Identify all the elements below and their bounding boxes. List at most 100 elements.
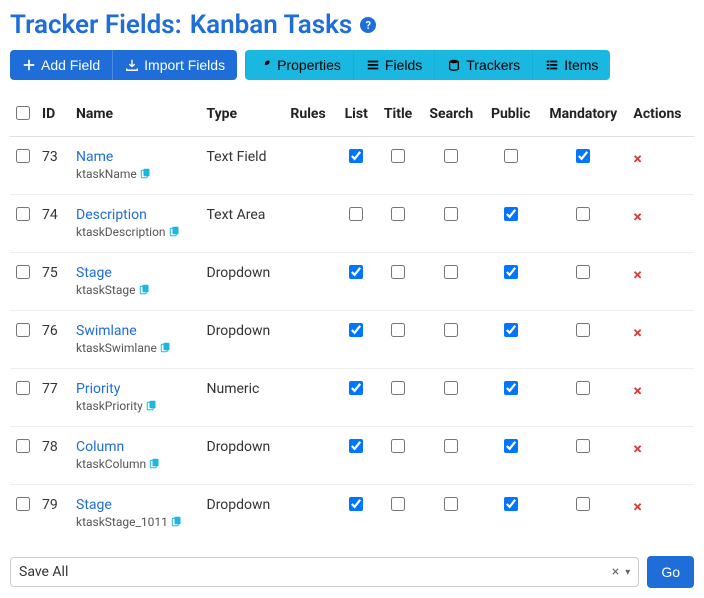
perm-name: ktaskPriority <box>76 399 157 413</box>
row-type: Dropdown <box>201 253 285 311</box>
list-checkbox[interactable] <box>349 207 363 221</box>
search-checkbox[interactable] <box>444 323 458 337</box>
list-checkbox[interactable] <box>349 149 363 163</box>
trackers-button[interactable]: Trackers <box>434 50 532 80</box>
perm-name: ktaskDescription <box>76 225 180 239</box>
items-button[interactable]: Items <box>532 50 610 80</box>
title-checkbox[interactable] <box>391 323 405 337</box>
col-name[interactable]: Name <box>70 94 201 137</box>
delete-button[interactable]: × <box>633 265 642 284</box>
field-name-link[interactable]: Description <box>76 207 195 223</box>
delete-button[interactable]: × <box>633 323 642 342</box>
row-rules <box>284 137 336 195</box>
mandatory-checkbox[interactable] <box>576 497 590 511</box>
list-checkbox[interactable] <box>349 497 363 511</box>
col-public[interactable]: Public <box>482 94 539 137</box>
delete-button[interactable]: × <box>633 439 642 458</box>
copy-icon[interactable] <box>145 400 157 412</box>
row-select-checkbox[interactable] <box>16 149 30 163</box>
add-field-button[interactable]: Add Field <box>10 50 112 80</box>
row-type: Dropdown <box>201 485 285 543</box>
search-checkbox[interactable] <box>444 439 458 453</box>
row-select-checkbox[interactable] <box>16 497 30 511</box>
search-checkbox[interactable] <box>444 381 458 395</box>
search-checkbox[interactable] <box>444 207 458 221</box>
public-checkbox[interactable] <box>504 149 518 163</box>
public-checkbox[interactable] <box>504 265 518 279</box>
items-icon <box>545 58 559 72</box>
col-type[interactable]: Type <box>201 94 285 137</box>
copy-icon[interactable] <box>168 226 180 238</box>
field-name-link[interactable]: Priority <box>76 381 195 397</box>
mandatory-checkbox[interactable] <box>576 381 590 395</box>
public-checkbox[interactable] <box>504 381 518 395</box>
chevron-down-icon: ▾ <box>625 567 630 578</box>
row-select-checkbox[interactable] <box>16 207 30 221</box>
row-select-checkbox[interactable] <box>16 323 30 337</box>
col-mandatory[interactable]: Mandatory <box>539 94 627 137</box>
col-id[interactable]: ID <box>36 94 70 137</box>
bulk-action-select[interactable]: Save All × ▾ <box>10 557 639 587</box>
copy-icon[interactable] <box>139 168 151 180</box>
row-id: 73 <box>36 137 70 195</box>
delete-button[interactable]: × <box>633 381 642 400</box>
copy-icon[interactable] <box>138 284 150 296</box>
title-checkbox[interactable] <box>391 497 405 511</box>
public-checkbox[interactable] <box>504 323 518 337</box>
help-icon[interactable]: ? <box>360 17 376 33</box>
list-checkbox[interactable] <box>349 439 363 453</box>
title-checkbox[interactable] <box>391 149 405 163</box>
row-type: Numeric <box>201 369 285 427</box>
col-list[interactable]: List <box>337 94 376 137</box>
import-fields-button[interactable]: Import Fields <box>112 50 237 80</box>
row-id: 74 <box>36 195 70 253</box>
field-name-link[interactable]: Stage <box>76 265 195 281</box>
copy-icon[interactable] <box>170 516 182 528</box>
title-checkbox[interactable] <box>391 207 405 221</box>
delete-button[interactable]: × <box>633 149 642 168</box>
mandatory-checkbox[interactable] <box>576 149 590 163</box>
title-checkbox[interactable] <box>391 265 405 279</box>
field-name-link[interactable]: Column <box>76 439 195 455</box>
select-all-checkbox[interactable] <box>16 106 30 120</box>
search-checkbox[interactable] <box>444 149 458 163</box>
list-checkbox[interactable] <box>349 323 363 337</box>
go-button[interactable]: Go <box>647 556 694 588</box>
row-type: Text Field <box>201 137 285 195</box>
title-checkbox[interactable] <box>391 439 405 453</box>
mandatory-checkbox[interactable] <box>576 265 590 279</box>
search-checkbox[interactable] <box>444 265 458 279</box>
copy-icon[interactable] <box>159 342 171 354</box>
search-checkbox[interactable] <box>444 497 458 511</box>
footer-bar: Save All × ▾ Go <box>10 556 694 588</box>
row-type: Text Area <box>201 195 285 253</box>
clear-icon[interactable]: × <box>612 564 619 580</box>
mandatory-checkbox[interactable] <box>576 439 590 453</box>
mandatory-checkbox[interactable] <box>576 207 590 221</box>
list-checkbox[interactable] <box>349 265 363 279</box>
delete-button[interactable]: × <box>633 497 642 516</box>
public-checkbox[interactable] <box>504 497 518 511</box>
col-rules[interactable]: Rules <box>284 94 336 137</box>
row-type: Dropdown <box>201 311 285 369</box>
properties-button[interactable]: Properties <box>245 50 353 80</box>
col-search[interactable]: Search <box>420 94 482 137</box>
perm-name: ktaskName <box>76 167 151 181</box>
delete-button[interactable]: × <box>633 207 642 226</box>
list-checkbox[interactable] <box>349 381 363 395</box>
trackers-label: Trackers <box>466 57 520 73</box>
row-select-checkbox[interactable] <box>16 381 30 395</box>
fields-button[interactable]: Fields <box>353 50 434 80</box>
row-select-checkbox[interactable] <box>16 265 30 279</box>
col-title[interactable]: Title <box>376 94 421 137</box>
row-select-checkbox[interactable] <box>16 439 30 453</box>
title-checkbox[interactable] <box>391 381 405 395</box>
field-name-link[interactable]: Name <box>76 149 195 165</box>
field-name-link[interactable]: Swimlane <box>76 323 195 339</box>
public-checkbox[interactable] <box>504 207 518 221</box>
copy-icon[interactable] <box>148 458 160 470</box>
list-icon <box>366 58 380 72</box>
field-name-link[interactable]: Stage <box>76 497 195 513</box>
mandatory-checkbox[interactable] <box>576 323 590 337</box>
public-checkbox[interactable] <box>504 439 518 453</box>
